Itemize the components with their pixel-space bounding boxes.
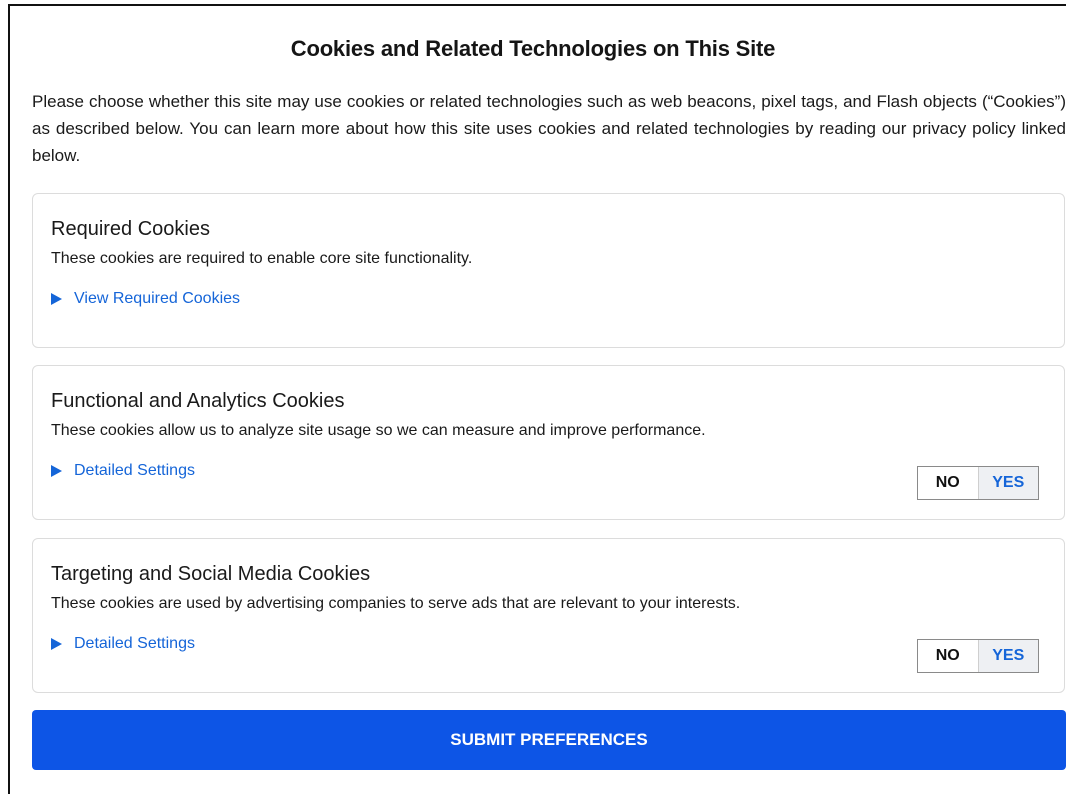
detailed-settings-link[interactable]: Detailed Settings	[51, 635, 195, 653]
section-required-cookies: Required Cookies These cookies are requi…	[32, 193, 1065, 348]
toggle-no-button[interactable]: NO	[918, 640, 979, 672]
consent-toggle: NO YES	[917, 466, 1039, 500]
section-title: Targeting and Social Media Cookies	[51, 563, 371, 585]
section-targeting-social-cookies: Targeting and Social Media Cookies These…	[32, 538, 1065, 693]
triangle-right-icon	[51, 638, 62, 650]
triangle-right-icon	[51, 293, 62, 305]
link-label: Detailed Settings	[74, 635, 195, 652]
section-description: These cookies allow us to analyze site u…	[51, 422, 706, 439]
toggle-no-button[interactable]: NO	[918, 467, 979, 499]
dialog-title: Cookies and Related Technologies on This…	[290, 36, 776, 61]
link-label: View Required Cookies	[74, 290, 241, 307]
detailed-settings-link[interactable]: Detailed Settings	[51, 462, 195, 480]
section-title: Functional and Analytics Cookies	[51, 390, 345, 412]
dialog-intro: Please choose whether this site may use …	[32, 92, 1066, 165]
toggle-yes-button[interactable]: YES	[978, 467, 1038, 499]
section-description: These cookies are used by advertising co…	[51, 595, 741, 612]
section-description: These cookies are required to enable cor…	[51, 250, 473, 267]
consent-toggle: NO YES	[917, 639, 1039, 673]
link-label: Detailed Settings	[74, 462, 195, 479]
toggle-yes-button[interactable]: YES	[978, 640, 1038, 672]
view-required-cookies-link[interactable]: View Required Cookies	[51, 290, 240, 308]
triangle-right-icon	[51, 465, 62, 477]
section-title: Required Cookies	[51, 218, 210, 240]
submit-preferences-button[interactable]: SUBMIT PREFERENCES	[32, 710, 1066, 770]
section-functional-analytics-cookies: Functional and Analytics Cookies These c…	[32, 365, 1065, 520]
